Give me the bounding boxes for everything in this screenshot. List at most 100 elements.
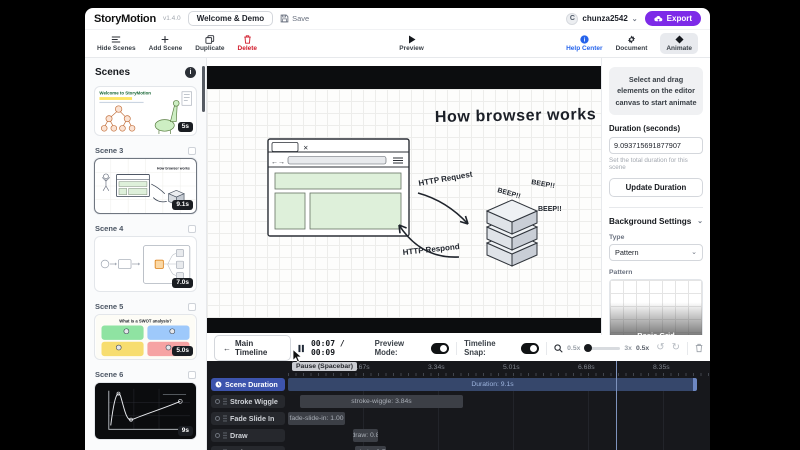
- beep-label-1: BEEP!!: [496, 187, 521, 200]
- save-label: Save: [292, 14, 309, 23]
- ruler-tick-label: 8.35s: [653, 364, 670, 371]
- add-scene-label: Add Scene: [149, 45, 183, 52]
- play-icon: [408, 35, 416, 44]
- add-scene-button[interactable]: Add Scene: [149, 35, 183, 52]
- background-settings-header[interactable]: Background Settings ⌄: [609, 217, 703, 226]
- duration-input[interactable]: [609, 137, 703, 154]
- radio-icon[interactable]: [215, 399, 220, 404]
- scene-4-thumbnail[interactable]: 7.0s: [94, 236, 197, 292]
- background-type-select[interactable]: Pattern ⌄: [609, 244, 703, 261]
- info-icon: i: [580, 35, 589, 44]
- document-button[interactable]: Document: [616, 35, 648, 52]
- app-version: v1.4.0: [163, 15, 181, 22]
- delete-label: Delete: [238, 45, 258, 52]
- plus-icon: [160, 35, 170, 44]
- zoom-max-label: 3x: [624, 345, 632, 352]
- radio-icon[interactable]: [215, 433, 220, 438]
- timeline-snap-toggle[interactable]: [521, 343, 539, 354]
- scene-6-thumbnail[interactable]: 9s: [94, 382, 197, 440]
- scene-card-1[interactable]: Welcome to StoryMotion: [94, 86, 197, 136]
- timeline-snap-label: Timeline Snap:: [464, 339, 514, 357]
- drag-handle-icon[interactable]: [223, 432, 227, 439]
- export-button[interactable]: Export: [645, 11, 701, 26]
- zoom-slider[interactable]: [584, 347, 620, 350]
- scene-6-label: Scene 6: [95, 370, 123, 379]
- radio-icon[interactable]: [215, 416, 220, 421]
- magnifier-icon: [554, 344, 563, 353]
- track-fade-slide-in[interactable]: Fade Slide In: [211, 412, 285, 425]
- redo-button[interactable]: ↻: [672, 343, 680, 353]
- track-stroke-wiggle[interactable]: Stroke Wiggle: [211, 395, 285, 408]
- scene-3-duration-badge: 9.1s: [172, 200, 193, 210]
- user-menu[interactable]: C chunza2542 ⌄: [566, 13, 637, 25]
- svg-text:→: →: [278, 159, 285, 166]
- save-button[interactable]: Save: [280, 14, 309, 23]
- duplicate-button[interactable]: Duplicate: [195, 35, 224, 52]
- scene-6-checkbox[interactable]: [188, 371, 196, 379]
- timeline-tracks[interactable]: Pause (Spacebar) 1.67s 3.34s 5.01s 6.68s…: [207, 361, 710, 450]
- preview-mode-toggle[interactable]: [431, 343, 449, 354]
- scene-card-5[interactable]: Scene 5 What is a SWOT analysis?: [94, 302, 197, 360]
- track-scene-duration[interactable]: Scene Duration: [211, 378, 285, 391]
- scenes-info-button[interactable]: i: [185, 67, 196, 78]
- scene-card-6[interactable]: Scene 6 9s: [94, 370, 197, 440]
- letterbox-top: [207, 66, 601, 89]
- toolbar-separator: [456, 342, 457, 355]
- update-duration-button[interactable]: Update Duration: [609, 178, 703, 197]
- username: chunza2542: [582, 14, 627, 23]
- main-timeline-back-button[interactable]: ← Main Timeline: [214, 335, 291, 361]
- toolbar-separator: [546, 342, 547, 355]
- drag-handle-icon[interactable]: [223, 398, 227, 405]
- http-respond-label: HTTP Respond: [402, 242, 460, 257]
- scene-5-thumbnail[interactable]: What is a SWOT analysis? 5.0s: [94, 314, 197, 360]
- duplicate-label: Duplicate: [195, 45, 224, 52]
- track-label: Scene Duration: [225, 380, 278, 389]
- hide-scenes-label: Hide Scenes: [97, 45, 136, 52]
- pattern-name: Basic Grid: [610, 331, 702, 335]
- help-center-button[interactable]: i Help Center: [566, 35, 602, 52]
- scene-3-checkbox[interactable]: [188, 147, 196, 155]
- scene-1-thumb-title: Welcome to StoryMotion: [99, 91, 151, 96]
- clip-fade-in[interactable]: fade-in: 0.74: [355, 446, 386, 450]
- svg-text:←: ←: [271, 159, 278, 166]
- time-display: 00:07 / 00:09: [311, 339, 368, 357]
- clip-stroke-wiggle[interactable]: stroke-wiggle: 3.84s: [300, 395, 463, 408]
- editor-canvas[interactable]: How browser works ✕ ← →: [207, 89, 601, 318]
- timeline-trash-button[interactable]: [695, 343, 703, 353]
- drag-handle-icon[interactable]: [223, 415, 227, 422]
- scene-card-4[interactable]: Scene 4: [94, 224, 197, 292]
- pause-tooltip: Pause (Spacebar): [292, 362, 357, 371]
- scene-4-checkbox[interactable]: [188, 225, 196, 233]
- pattern-preview[interactable]: Basic Grid: [609, 279, 703, 335]
- playhead[interactable]: [616, 361, 617, 450]
- preview-button[interactable]: Preview: [399, 35, 424, 52]
- scene-5-checkbox[interactable]: [188, 303, 196, 311]
- undo-button[interactable]: ↺: [656, 343, 664, 353]
- inspector-panel: Select and drag elements on the editor c…: [601, 58, 710, 335]
- delete-button[interactable]: Delete: [238, 35, 258, 52]
- animate-button[interactable]: Animate: [660, 33, 698, 54]
- sidebar-scrollbar[interactable]: [202, 66, 205, 112]
- clock-icon: [215, 381, 222, 388]
- scene-card-3[interactable]: Scene 3 How browser works: [94, 146, 197, 214]
- chevron-down-icon: ⌄: [697, 217, 703, 225]
- clip-draw[interactable]: draw: 0.8: [353, 429, 378, 442]
- floppy-icon: [280, 14, 289, 23]
- scene-5-thumb-title: What is a SWOT analysis?: [119, 319, 172, 324]
- http-request-label: HTTP Request: [418, 170, 474, 188]
- track-draw[interactable]: Draw: [211, 429, 285, 442]
- beep-label-3: BEEP!!: [538, 206, 562, 213]
- mouse-cursor: [292, 349, 303, 363]
- timeline-ruler[interactable]: [288, 373, 710, 376]
- scene-3-thumbnail[interactable]: How browser works: [94, 158, 197, 214]
- hide-scenes-button[interactable]: Hide Scenes: [97, 35, 136, 52]
- clip-fade-slide-in[interactable]: fade-slide-in: 1.00: [288, 412, 345, 425]
- project-tab[interactable]: Welcome & Demo: [188, 11, 273, 26]
- track-fade-in[interactable]: Fade In: [211, 446, 285, 450]
- app-window: StoryMotion v1.4.0 Welcome & Demo Save C…: [85, 8, 710, 450]
- toolbar-separator: [687, 342, 688, 355]
- clip-scene-duration[interactable]: Duration: 9.1s: [288, 378, 697, 391]
- scene-1-thumbnail[interactable]: Welcome to StoryMotion: [94, 86, 197, 136]
- timeline-zoom-control: 0.5x 3x 0.5x: [554, 344, 649, 353]
- preview-label: Preview: [399, 45, 424, 52]
